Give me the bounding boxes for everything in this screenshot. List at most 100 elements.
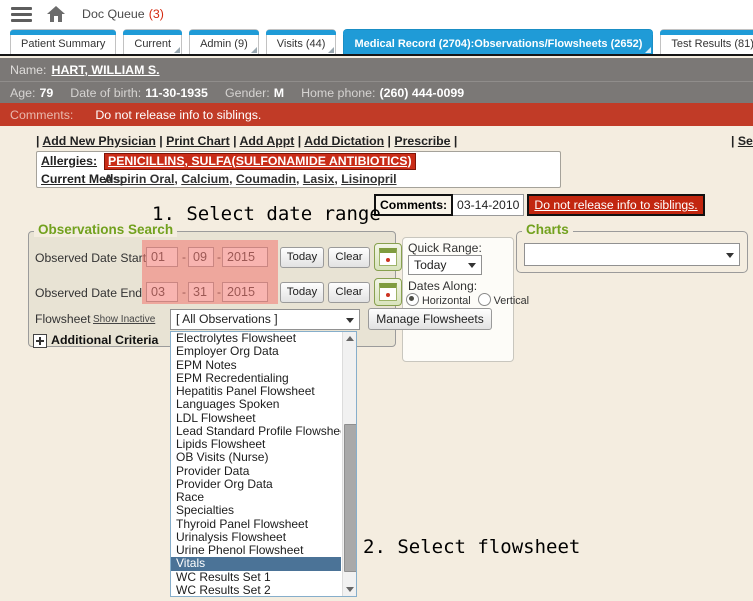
quick-link[interactable]: Prescribe: [394, 134, 450, 148]
quick-link[interactable]: Add Appt: [240, 134, 295, 148]
tab[interactable]: Test Results (81): [660, 29, 753, 54]
comment-strip-date[interactable]: 03-14-2010: [453, 194, 524, 216]
start-year-input[interactable]: 2015: [222, 247, 268, 267]
manage-flowsheets-button[interactable]: Manage Flowsheets: [368, 308, 492, 330]
tab-label: Patient Summary: [21, 38, 105, 50]
horizontal-radio[interactable]: [406, 293, 419, 306]
flowsheet-option[interactable]: WC Results Set 2: [171, 584, 341, 597]
scroll-down-icon[interactable]: [343, 584, 356, 596]
comment-strip-label: Comments:: [374, 194, 453, 216]
flowsheet-option[interactable]: Hepatitis Panel Flowsheet: [171, 385, 341, 398]
start-month-input[interactable]: 01: [146, 247, 178, 267]
search-link-wrap: Search: [731, 134, 753, 148]
vertical-radio[interactable]: [478, 293, 491, 306]
charts-legend: Charts: [522, 222, 573, 237]
flowsheet-option[interactable]: Urinalysis Flowsheet: [171, 531, 341, 544]
start-clear-button[interactable]: Clear: [328, 247, 370, 268]
comments-value: Do not release info to siblings.: [95, 108, 261, 122]
med-link[interactable]: Coumadin: [236, 172, 296, 186]
comments-label: Comments:: [10, 108, 73, 122]
med-link[interactable]: Lisinopril: [341, 172, 396, 186]
flowsheet-option[interactable]: WC Results Set 1: [171, 571, 341, 584]
start-today-button[interactable]: Today: [280, 247, 324, 268]
flowsheet-option[interactable]: Employer Org Data: [171, 345, 341, 358]
name-label: Name:: [10, 63, 47, 77]
date-separator: -: [182, 285, 186, 299]
flowsheet-dropdown-list: Electrolytes Flowsheet Employer Org Data…: [170, 331, 357, 597]
end-day-input[interactable]: 31: [188, 282, 214, 302]
flowsheet-option[interactable]: Languages Spoken: [171, 398, 341, 411]
flowsheet-option[interactable]: Provider Data: [171, 465, 341, 478]
patient-name-bar: Name: HART, WILLIAM S.: [0, 58, 753, 81]
current-meds-label[interactable]: Current Meds:: [41, 172, 101, 186]
dates-along-label: Dates Along:: [408, 279, 477, 293]
dates-along-options: HorizontalVertical: [406, 293, 536, 307]
flowsheet-option[interactable]: OB Visits (Nurse): [171, 451, 341, 464]
end-month-input[interactable]: 03: [146, 282, 178, 302]
current-meds-list: Aspirin Oral, Calcium, Coumadin, Lasix, …: [104, 172, 397, 186]
flowsheet-option[interactable]: EPM Notes: [171, 359, 341, 372]
observations-search-legend: Observations Search: [34, 222, 177, 237]
menu-icon[interactable]: [11, 7, 32, 22]
show-inactive-link[interactable]: Show Inactive: [93, 314, 155, 325]
additional-criteria-label: Additional Criteria: [51, 333, 158, 347]
search-link[interactable]: Search: [738, 134, 753, 148]
flowsheet-option[interactable]: LDL Flowsheet: [171, 412, 341, 425]
start-calendar-icon[interactable]: [374, 243, 402, 271]
end-today-button[interactable]: Today: [280, 282, 324, 303]
tab[interactable]: Admin (9): [189, 29, 259, 54]
scroll-up-icon[interactable]: [343, 332, 356, 344]
med-link[interactable]: Calcium: [181, 172, 229, 186]
doc-queue-count: (3): [149, 7, 164, 21]
flowsheet-option[interactable]: Lead Standard Profile Flowsheet: [171, 425, 341, 438]
patient-name-link[interactable]: HART, WILLIAM S.: [52, 63, 160, 77]
flowsheet-option[interactable]: Race: [171, 491, 341, 504]
quick-range-select[interactable]: Today: [408, 255, 482, 275]
tab[interactable]: Medical Record (2704):Observations/Flows…: [343, 29, 653, 54]
tab[interactable]: Patient Summary: [10, 29, 116, 54]
quick-link[interactable]: Print Chart: [166, 134, 230, 148]
quick-link[interactable]: Add Dictation: [304, 134, 384, 148]
date-separator: -: [182, 250, 186, 264]
main-content: Add New Physician Print Chart Add Appt A…: [0, 126, 753, 601]
date-separator: -: [217, 250, 221, 264]
dob-label: Date of birth:: [70, 86, 141, 100]
page: { "topbar": { "title": "Doc Queue", "cou…: [0, 0, 753, 601]
additional-criteria-expander-icon[interactable]: [33, 334, 47, 348]
flowsheet-select[interactable]: [ All Observations ]: [170, 309, 360, 330]
allergies-value[interactable]: PENICILLINS, SULFA(SULFONAMIDE ANTIBIOTI…: [104, 153, 416, 170]
gender-value: M: [274, 86, 284, 100]
tab[interactable]: Visits (44): [266, 29, 337, 54]
flowsheet-option[interactable]: Lipids Flowsheet: [171, 438, 341, 451]
tab[interactable]: Current: [123, 29, 182, 54]
start-day-input[interactable]: 09: [188, 247, 214, 267]
allergies-label[interactable]: Allergies:: [41, 154, 101, 168]
annotation-step2: 2. Select flowsheet: [363, 536, 580, 558]
allergies-row: Allergies: PENICILLINS, SULFA(SULFONAMID…: [41, 152, 558, 170]
patient-summary-box: Allergies: PENICILLINS, SULFA(SULFONAMID…: [36, 151, 561, 188]
charts-select[interactable]: [524, 243, 740, 266]
med-link[interactable]: Lasix: [303, 172, 334, 186]
dob-value: 11-30-1935: [145, 86, 208, 100]
observed-date-end-label: Observed Date End: [35, 286, 142, 300]
med-link[interactable]: Aspirin Oral: [104, 172, 174, 186]
flowsheet-option[interactable]: Electrolytes Flowsheet: [171, 332, 341, 345]
quick-link[interactable]: Add New Physician: [42, 134, 155, 148]
end-calendar-icon[interactable]: [374, 278, 402, 306]
flowsheet-option[interactable]: Thyroid Panel Flowsheet: [171, 518, 341, 531]
flowsheet-option[interactable]: Urine Phenol Flowsheet: [171, 544, 341, 557]
tab-label: Test Results (81): [671, 38, 753, 50]
comment-strip-message[interactable]: Do not release info to siblings.: [527, 194, 704, 216]
end-year-input[interactable]: 2015: [222, 282, 268, 302]
flowsheet-label: Flowsheet: [35, 312, 91, 326]
flowsheet-option[interactable]: Provider Org Data: [171, 478, 341, 491]
flowsheet-option[interactable]: Vitals: [171, 557, 341, 570]
home-icon[interactable]: [47, 6, 65, 22]
end-clear-button[interactable]: Clear: [328, 282, 370, 303]
scrollbar-thumb[interactable]: [344, 424, 357, 572]
flowsheet-option[interactable]: EPM Recredentialing: [171, 372, 341, 385]
flowsheet-option[interactable]: Specialties: [171, 504, 341, 517]
annotation-step1: 1. Select date range: [152, 203, 381, 225]
tab-label: Visits (44): [277, 38, 326, 50]
tab-label: Current: [134, 38, 171, 50]
